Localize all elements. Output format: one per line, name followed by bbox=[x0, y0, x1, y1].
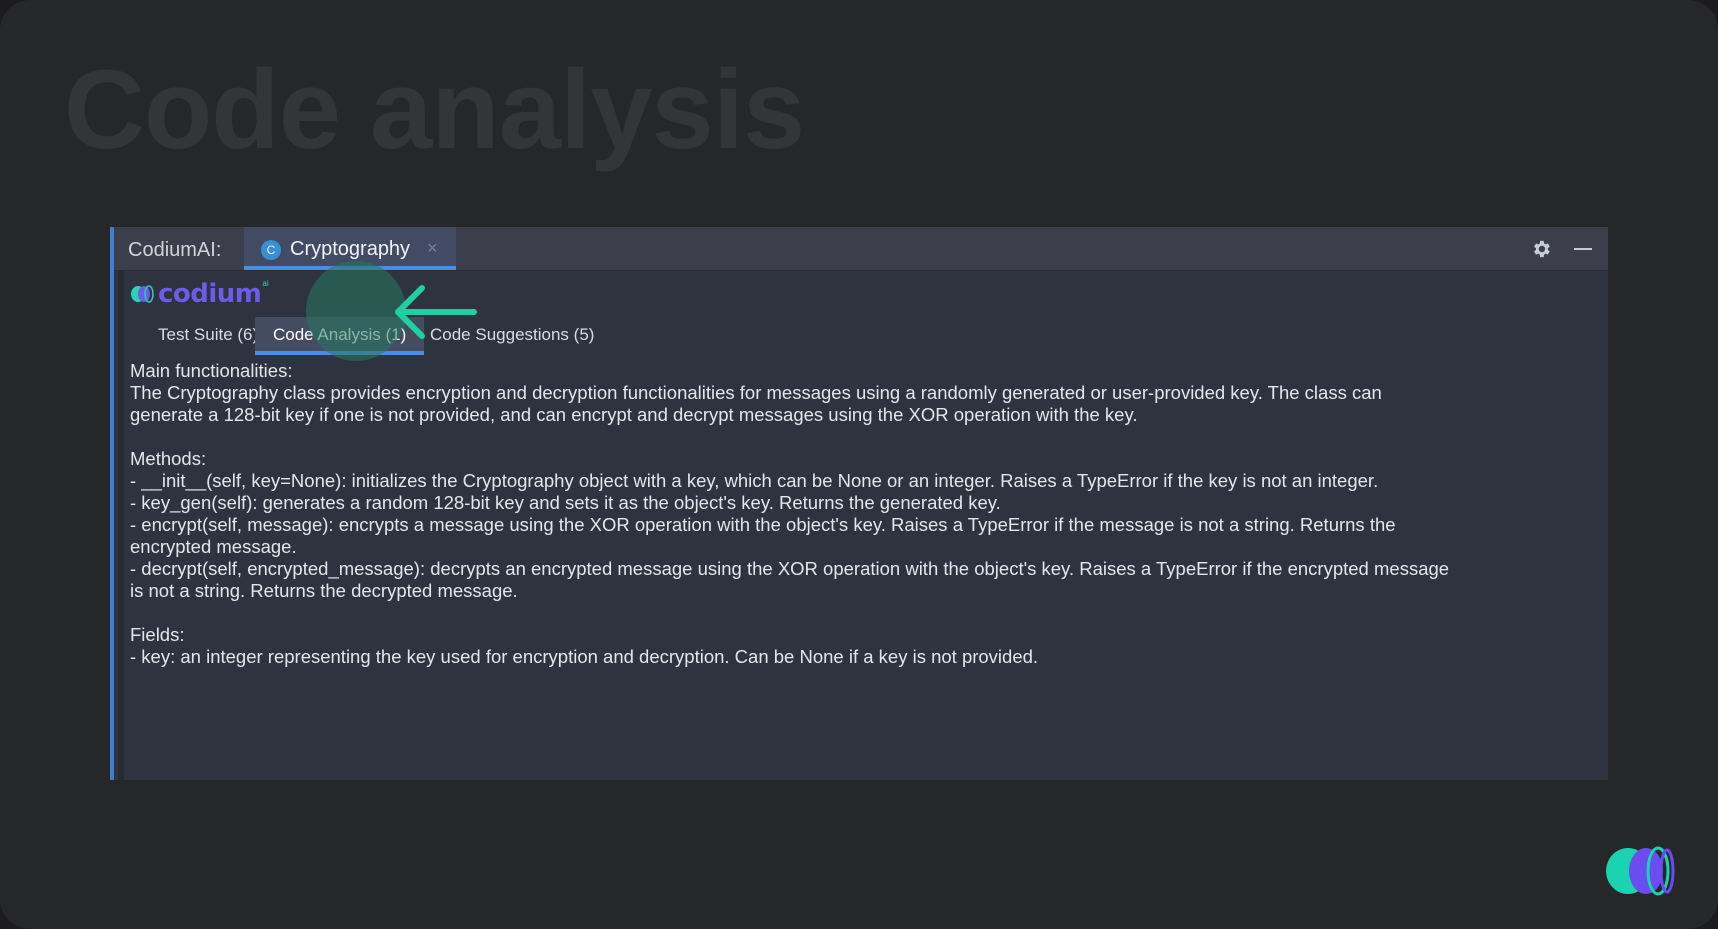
close-icon[interactable]: × bbox=[427, 238, 438, 259]
main-functionalities-text: The Cryptography class provides encrypti… bbox=[130, 382, 1382, 425]
tool-window-label: CodiumAI: bbox=[128, 239, 222, 261]
slide: Code analysis CodiumAI: C Cryptography ×… bbox=[0, 0, 1718, 929]
codium-brand-icon bbox=[1606, 846, 1675, 896]
main-functionalities-heading: Main functionalities: bbox=[130, 360, 293, 381]
gear-icon[interactable] bbox=[1530, 238, 1552, 260]
codium-logo: codium ai bbox=[130, 279, 269, 309]
arrow-left-icon bbox=[395, 285, 477, 339]
logo-text: codium bbox=[158, 279, 262, 309]
logo-sup: ai bbox=[262, 279, 269, 288]
slide-title: Code analysis bbox=[64, 47, 805, 172]
code-analysis-content: Main functionalities: The Cryptography c… bbox=[130, 360, 1450, 668]
class-icon: C bbox=[261, 240, 281, 260]
codium-logo-mark-icon bbox=[131, 285, 154, 303]
minimize-icon[interactable] bbox=[1574, 248, 1592, 250]
method-item: - key_gen(self): generates a random 128-… bbox=[130, 492, 1001, 513]
fields-heading: Fields: bbox=[130, 624, 185, 645]
method-item: - decrypt(self, encrypted_message): decr… bbox=[130, 558, 1450, 601]
panel-gutter bbox=[118, 227, 124, 780]
field-item: - key: an integer representing the key u… bbox=[130, 646, 1039, 667]
method-item: - encrypt(self, message): encrypts a mes… bbox=[130, 514, 1396, 557]
methods-heading: Methods: bbox=[130, 448, 207, 469]
file-tab-label: Cryptography bbox=[290, 238, 411, 260]
method-item: - __init__(self, key=None): initializes … bbox=[130, 470, 1379, 491]
